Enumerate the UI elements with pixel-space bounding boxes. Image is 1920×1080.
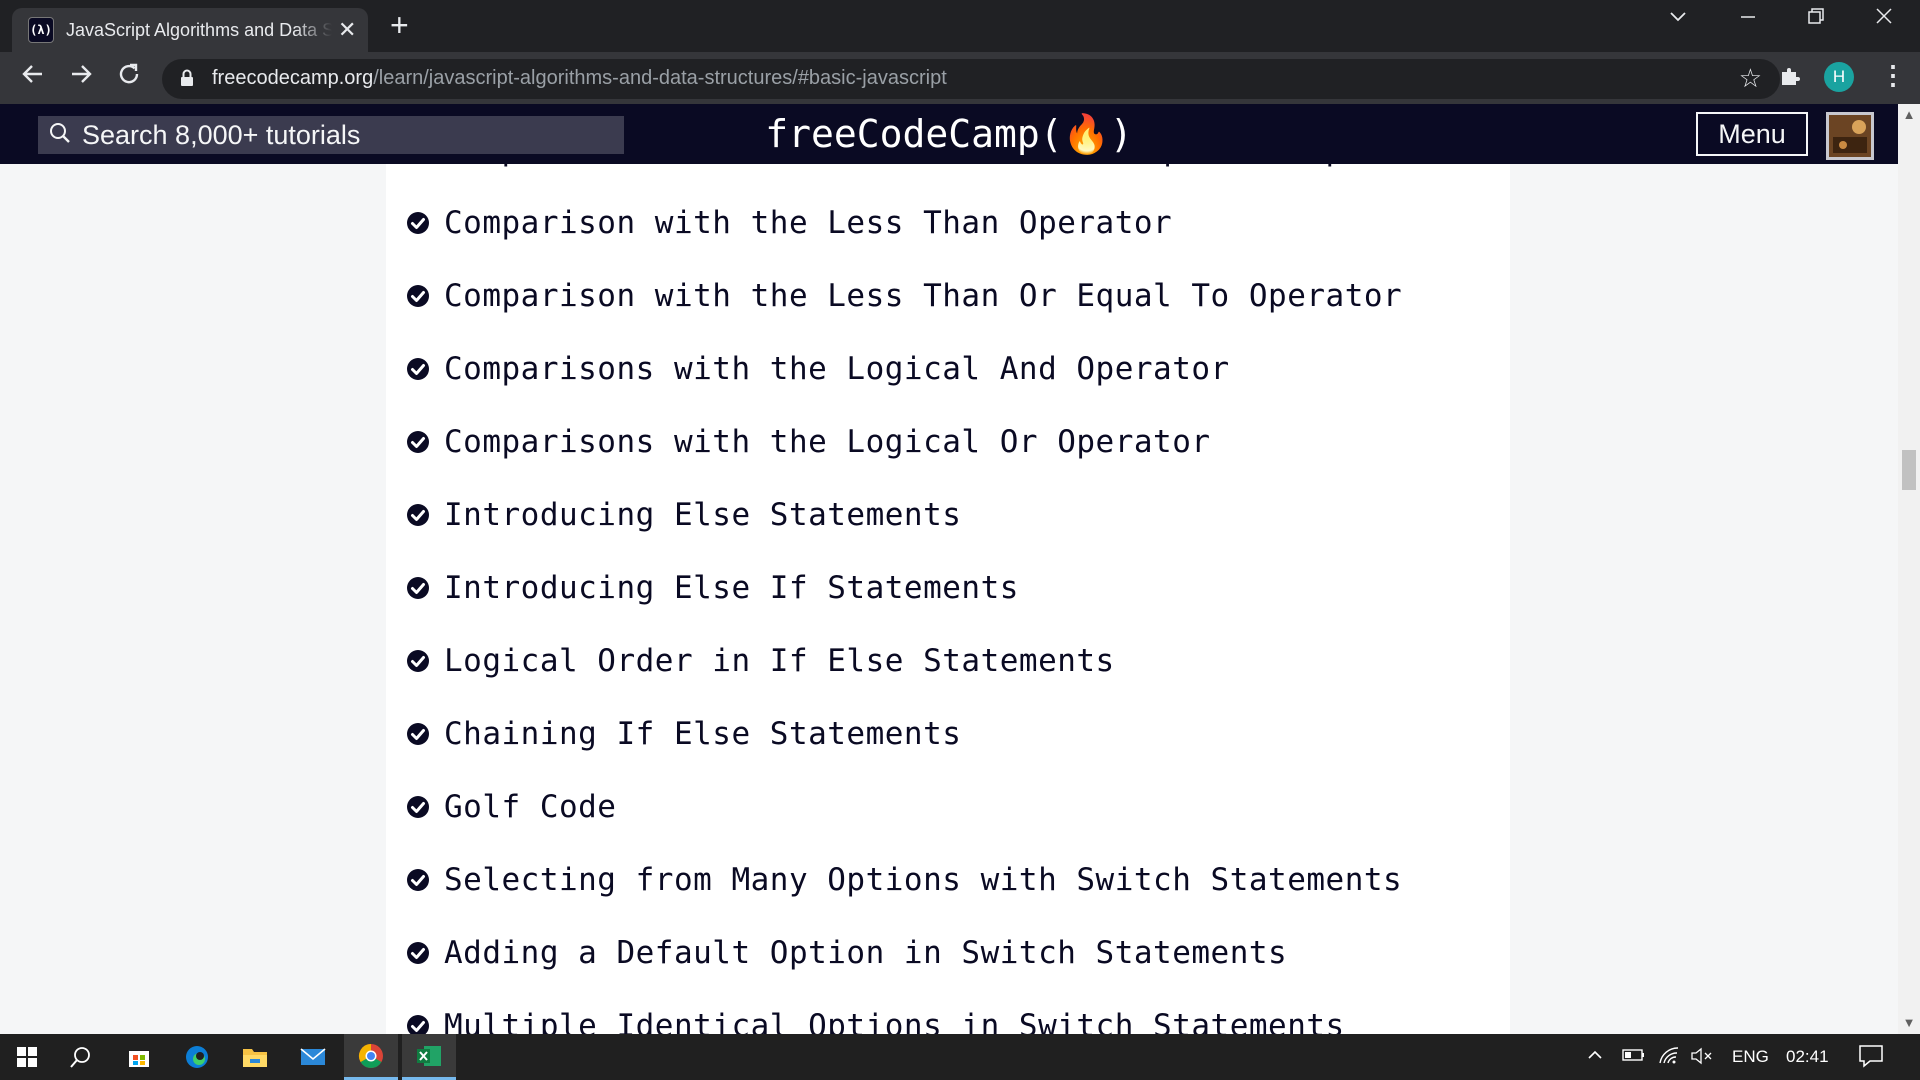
- completed-check-icon: [407, 431, 429, 453]
- lesson-list-item[interactable]: Comparison with the Greater Than Or Equa…: [406, 164, 1460, 180]
- user-avatar[interactable]: [1826, 112, 1874, 160]
- scroll-down-arrow-icon[interactable]: ▼: [1898, 1012, 1920, 1034]
- minimize-icon[interactable]: [1738, 6, 1758, 32]
- lesson-list-item[interactable]: Adding a Default Option in Switch Statem…: [406, 923, 1287, 983]
- completed-check-icon: [407, 942, 429, 964]
- bookmark-star-icon[interactable]: ☆: [1739, 63, 1762, 94]
- lesson-list-item[interactable]: Logical Order in If Else Statements: [406, 631, 1115, 691]
- forward-arrow-icon[interactable]: [68, 61, 94, 94]
- lesson-title[interactable]: Comparison with the Less Than Operator: [444, 205, 1172, 241]
- scrollbar-thumb[interactable]: [1902, 450, 1916, 490]
- address-bar[interactable]: freecodecamp.org/learn/javascript-algori…: [162, 59, 1780, 99]
- mail-icon[interactable]: [286, 1034, 340, 1080]
- browser-menu-icon[interactable]: ⋮: [1880, 60, 1906, 91]
- tab-close-icon[interactable]: ✕: [338, 17, 356, 43]
- completed-check-icon: [407, 650, 429, 672]
- lesson-title[interactable]: Introducing Else Statements: [444, 497, 961, 533]
- lesson-list-item[interactable]: Chaining If Else Statements: [406, 704, 961, 764]
- lesson-title[interactable]: Selecting from Many Options with Switch …: [444, 862, 1402, 898]
- lesson-title[interactable]: Golf Code: [444, 789, 616, 825]
- lesson-list-item[interactable]: Golf Code: [406, 777, 616, 837]
- edge-browser-icon[interactable]: [170, 1034, 224, 1080]
- extensions-puzzle-icon[interactable]: [1778, 64, 1802, 95]
- tab-search-chevron-icon[interactable]: [1668, 6, 1688, 32]
- lesson-list-item[interactable]: Introducing Else Statements: [406, 485, 961, 545]
- close-window-icon[interactable]: [1874, 6, 1894, 32]
- completed-check-icon: [407, 796, 429, 818]
- battery-icon[interactable]: [1622, 1046, 1646, 1069]
- taskbar-search-icon[interactable]: [54, 1034, 108, 1080]
- completed-check-icon: [407, 723, 429, 745]
- site-navbar: freeCodeCamp(🔥) Menu: [0, 104, 1898, 164]
- new-tab-button[interactable]: +: [390, 9, 409, 41]
- lesson-title[interactable]: Introducing Else If Statements: [444, 570, 1019, 606]
- lesson-list-item[interactable]: Comparison with the Less Than Operator: [406, 193, 1172, 253]
- completed-check-icon: [407, 1015, 429, 1034]
- lesson-list-item[interactable]: Selecting from Many Options with Switch …: [406, 850, 1402, 910]
- curriculum-panel: Comparison with the Greater Than Or Equa…: [386, 164, 1510, 1034]
- browser-tab[interactable]: (λ) JavaScript Algorithms and Data Struc…: [12, 8, 368, 52]
- site-search-bar[interactable]: [38, 116, 624, 154]
- lesson-list-item[interactable]: Introducing Else If Statements: [406, 558, 1019, 618]
- lesson-list-item[interactable]: Multiple Identical Options in Switch Sta…: [406, 996, 1345, 1034]
- completed-check-icon: [407, 212, 429, 234]
- scroll-up-arrow-icon[interactable]: ▲: [1898, 104, 1920, 126]
- wifi-icon[interactable]: [1658, 1046, 1680, 1071]
- lesson-list-item[interactable]: Comparisons with the Logical And Operato…: [406, 339, 1230, 399]
- file-explorer-icon[interactable]: [228, 1034, 282, 1080]
- back-arrow-icon[interactable]: [20, 61, 46, 94]
- search-input[interactable]: [80, 118, 604, 152]
- restore-icon[interactable]: [1806, 6, 1826, 32]
- lesson-title[interactable]: Comparison with the Greater Than Or Equa…: [444, 164, 1460, 168]
- lesson-title[interactable]: Multiple Identical Options in Switch Sta…: [444, 1008, 1345, 1034]
- lesson-title[interactable]: Chaining If Else Statements: [444, 716, 961, 752]
- lesson-list-item[interactable]: Comparisons with the Logical Or Operator: [406, 412, 1211, 472]
- completed-check-icon: [407, 577, 429, 599]
- lesson-title[interactable]: Comparisons with the Logical And Operato…: [444, 351, 1230, 387]
- completed-check-icon: [407, 869, 429, 891]
- tab-title: JavaScript Algorithms and Data Structure…: [66, 19, 332, 40]
- volume-muted-icon[interactable]: [1690, 1046, 1714, 1071]
- reload-icon[interactable]: [116, 61, 142, 94]
- lesson-title[interactable]: Comparison with the Less Than Or Equal T…: [444, 278, 1402, 314]
- windows-taskbar: ENG 02:41: [0, 1034, 1920, 1080]
- excel-icon[interactable]: [402, 1034, 456, 1080]
- show-hidden-icons-chevron-icon[interactable]: [1586, 1046, 1604, 1069]
- menu-button[interactable]: Menu: [1696, 112, 1808, 156]
- lesson-title[interactable]: Logical Order in If Else Statements: [444, 643, 1115, 679]
- action-center-icon[interactable]: [1858, 1044, 1884, 1073]
- freecodecamp-favicon-icon: (λ): [28, 17, 54, 43]
- browser-tab-bar: (λ) JavaScript Algorithms and Data Struc…: [0, 0, 1920, 52]
- browser-toolbar: freecodecamp.org/learn/javascript-algori…: [0, 52, 1920, 104]
- microsoft-store-icon[interactable]: [112, 1034, 166, 1080]
- completed-check-icon: [407, 504, 429, 526]
- completed-check-icon: [407, 358, 429, 380]
- lesson-list-item[interactable]: Comparison with the Less Than Or Equal T…: [406, 266, 1402, 326]
- lesson-title[interactable]: Comparisons with the Logical Or Operator: [444, 424, 1211, 460]
- search-icon: [48, 121, 72, 150]
- completed-check-icon: [407, 285, 429, 307]
- clock[interactable]: 02:41: [1786, 1047, 1829, 1067]
- url-text: freecodecamp.org/learn/javascript-algori…: [212, 67, 947, 89]
- lock-icon[interactable]: [180, 69, 194, 92]
- profile-avatar[interactable]: H: [1824, 62, 1854, 92]
- chrome-browser-icon[interactable]: [344, 1034, 398, 1080]
- windows-start-icon[interactable]: [0, 1034, 54, 1080]
- page-scrollbar[interactable]: ▲ ▼: [1898, 104, 1920, 1034]
- language-indicator[interactable]: ENG: [1732, 1047, 1769, 1067]
- lesson-title[interactable]: Adding a Default Option in Switch Statem…: [444, 935, 1287, 971]
